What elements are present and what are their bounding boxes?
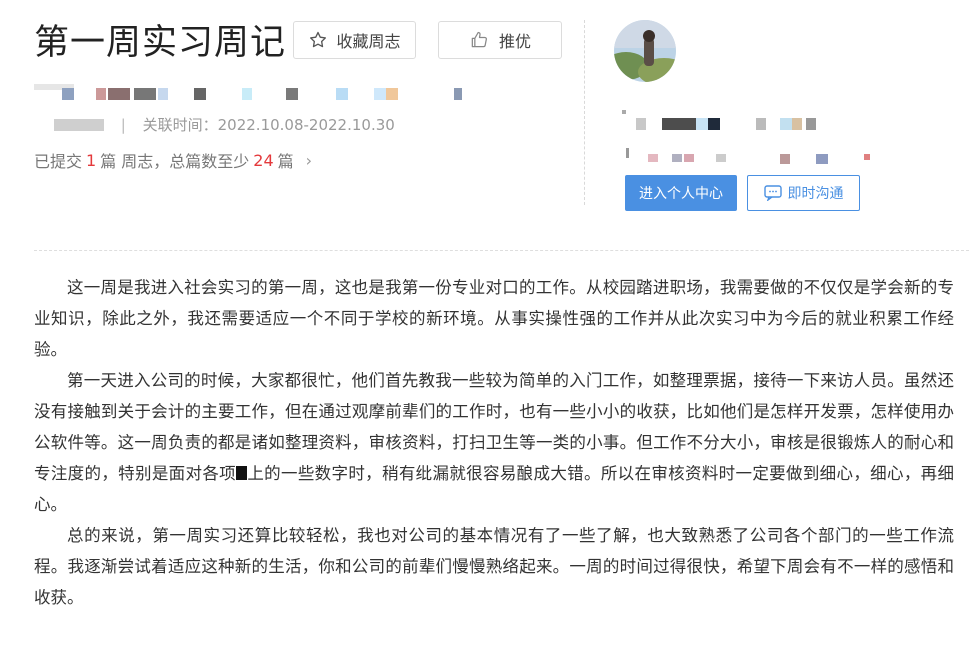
avatar[interactable] — [614, 20, 676, 82]
page-title: 第一周实习周记 — [34, 23, 287, 63]
thumbs-up-icon — [471, 31, 487, 48]
article-body: 这一周是我进入社会实习的第一周，这也是我第一份专业对口的工作。从校园踏进职场，我… — [34, 272, 954, 613]
count-prefix: 已提交 — [34, 152, 83, 171]
paragraph-3: 总的来说，第一周实习还算比较轻松，我也对公司的基本情况有了一些了解，也大致熟悉了… — [34, 526, 954, 607]
instant-chat-label: 即时沟通 — [787, 186, 844, 202]
recommend-button-label: 推优 — [498, 32, 531, 51]
time-range: 关联时间：2022.10.08-2022.10.30 — [142, 116, 395, 134]
favorite-button[interactable]: 收藏周志 — [293, 21, 416, 59]
count-mid: 篇 周志，总篇数至少 — [100, 152, 250, 171]
redaction-mark — [236, 466, 247, 480]
separator: | — [120, 116, 126, 134]
redacted-profile-name — [622, 110, 822, 132]
count-suffix: 篇 — [277, 152, 294, 171]
paragraph-1: 这一周是我进入社会实习的第一周，这也是我第一份专业对口的工作。从校园踏进职场，我… — [34, 278, 954, 359]
recommend-button[interactable]: 推优 — [438, 21, 562, 59]
submission-count[interactable]: 已提交 1 篇 周志，总篇数至少 24 篇 › — [34, 148, 312, 172]
redacted-profile-detail — [626, 148, 876, 168]
submitted-count: 1 — [86, 150, 97, 170]
favorite-button-label: 收藏周志 — [336, 32, 401, 51]
redacted-score — [54, 119, 104, 131]
chevron-right-icon: › — [305, 150, 313, 170]
redacted-info — [34, 84, 464, 102]
vertical-divider — [584, 20, 585, 205]
paragraph-2: 第一天进入公司的时候，大家都很忙，他们首先教我一些较为简单的入门工作，如整理票据… — [34, 365, 954, 520]
minimum-count: 24 — [253, 150, 274, 170]
chat-bubble-icon — [763, 185, 782, 201]
star-icon — [310, 31, 327, 48]
section-divider — [34, 250, 969, 251]
meta-line: | 关联时间：2022.10.08-2022.10.30 — [54, 114, 395, 135]
personal-center-button[interactable]: 进入个人中心 — [625, 175, 737, 211]
instant-chat-button[interactable]: 即时沟通 — [747, 175, 860, 211]
